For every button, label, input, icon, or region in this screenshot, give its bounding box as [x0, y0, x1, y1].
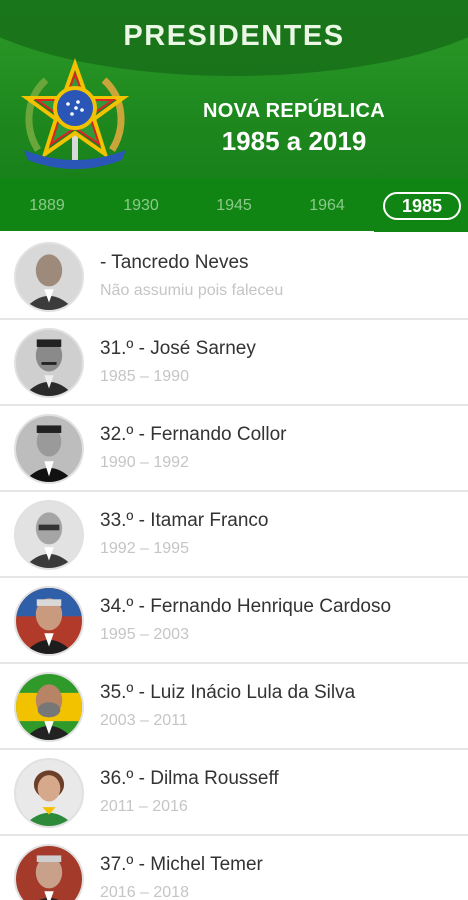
- president-photo: [14, 586, 84, 656]
- period-tabs: 1889 1930 1945 1964 1985: [0, 178, 468, 232]
- president-photo: [14, 414, 84, 484]
- tab-1930[interactable]: 1930: [106, 192, 176, 220]
- president-photo: [14, 672, 84, 742]
- president-photo: [14, 758, 84, 828]
- tab-scroll-indicator: [0, 231, 374, 232]
- president-name: 31.º - José Sarney: [100, 338, 256, 359]
- president-name: - Tancredo Neves: [100, 252, 249, 273]
- list-item[interactable]: 31.º - José Sarney 1985 – 1990: [0, 320, 468, 406]
- president-term: 2011 – 2016: [100, 798, 188, 815]
- app-title: PRESIDENTES: [123, 20, 345, 52]
- list-item[interactable]: - Tancredo Neves Não assumiu pois falece…: [0, 234, 468, 320]
- president-name: 35.º - Luiz Inácio Lula da Silva: [100, 682, 356, 703]
- president-name: 33.º - Itamar Franco: [100, 510, 269, 531]
- tab-1889[interactable]: 1889: [12, 192, 82, 220]
- list-item[interactable]: 33.º - Itamar Franco 1992 – 1995: [0, 492, 468, 578]
- president-photo: [14, 500, 84, 570]
- president-term: 2016 – 2018: [100, 884, 189, 900]
- era-years: 1985 a 2019: [221, 126, 367, 156]
- presidents-list[interactable]: - Tancredo Neves Não assumiu pois falece…: [0, 234, 468, 900]
- list-item[interactable]: 34.º - Fernando Henrique Cardoso 1995 – …: [0, 578, 468, 664]
- list-item[interactable]: 35.º - Luiz Inácio Lula da Silva 2003 – …: [0, 664, 468, 750]
- president-term: 1990 – 1992: [100, 454, 189, 471]
- app-header: PRESIDENTES NOVA REPÚBLICA 1985 a 2019 1…: [0, 0, 468, 232]
- president-term: 1985 – 1990: [100, 368, 189, 385]
- list-item[interactable]: 36.º - Dilma Rousseff 2011 – 2016: [0, 750, 468, 836]
- tab-1964[interactable]: 1964: [292, 192, 362, 220]
- president-name: 34.º - Fernando Henrique Cardoso: [100, 596, 392, 617]
- coat-of-arms-icon: [20, 58, 130, 169]
- president-name: 37.º - Michel Temer: [100, 854, 263, 875]
- president-photo: [14, 328, 84, 398]
- president-photo: [14, 844, 84, 900]
- president-term: 1992 – 1995: [100, 540, 189, 557]
- list-item[interactable]: 32.º - Fernando Collor 1990 – 1992: [0, 406, 468, 492]
- tab-1945[interactable]: 1945: [199, 192, 269, 220]
- president-name: 32.º - Fernando Collor: [100, 424, 287, 445]
- list-item[interactable]: 37.º - Michel Temer 2016 – 2018: [0, 836, 468, 900]
- president-term: 1995 – 2003: [100, 626, 189, 643]
- president-name: 36.º - Dilma Rousseff: [100, 768, 279, 789]
- president-term: 2003 – 2011: [100, 712, 188, 729]
- president-photo: [14, 242, 84, 312]
- era-name: NOVA REPÚBLICA: [203, 100, 385, 122]
- president-term: Não assumiu pois faleceu: [100, 282, 284, 299]
- tab-1985[interactable]: 1985: [383, 192, 461, 220]
